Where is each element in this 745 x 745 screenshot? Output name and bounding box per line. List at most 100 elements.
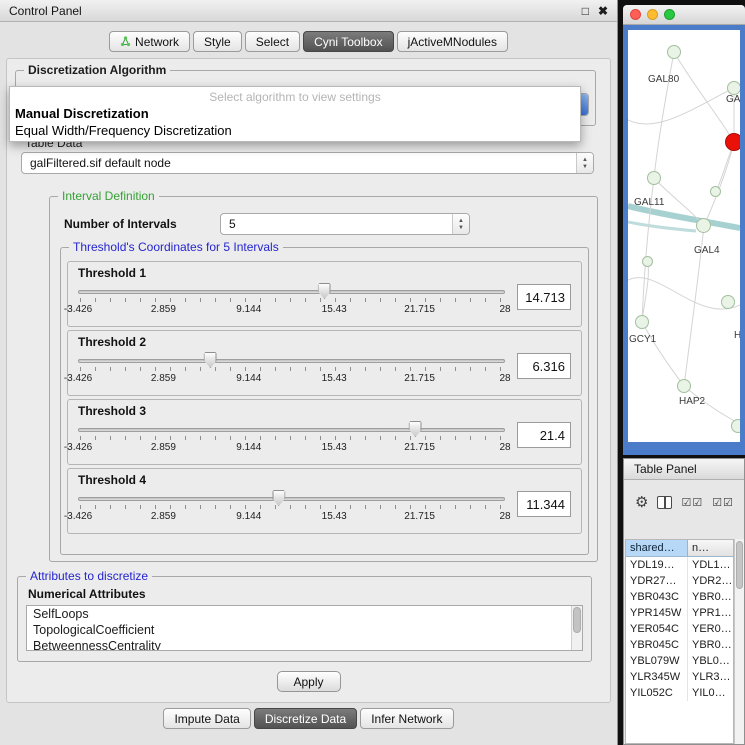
- table-vertical-scrollbar[interactable]: [734, 539, 744, 744]
- table-row[interactable]: YDL19… YDL1…: [626, 557, 733, 573]
- gear-icon[interactable]: ⚙: [635, 495, 648, 510]
- network-node[interactable]: [677, 379, 691, 393]
- list-item[interactable]: SelfLoops: [27, 606, 582, 622]
- table-row[interactable]: YER054C YER0…: [626, 621, 733, 637]
- cell-name[interactable]: YBR0…: [688, 637, 733, 653]
- close-button[interactable]: [630, 9, 641, 20]
- numerical-attributes-label: Numerical Attributes: [28, 587, 146, 601]
- network-node-highlighted[interactable]: [725, 133, 740, 151]
- tab-style[interactable]: Style: [193, 31, 242, 52]
- zoom-button[interactable]: [664, 9, 675, 20]
- network-node[interactable]: [635, 315, 649, 329]
- network-node[interactable]: [667, 45, 681, 59]
- threshold-1-value-field[interactable]: 14.713: [517, 284, 571, 310]
- cell-name[interactable]: YDR2…: [688, 573, 733, 589]
- table-row[interactable]: YDR27… YDR2…: [626, 573, 733, 589]
- cell-name[interactable]: YBR0…: [688, 589, 733, 605]
- table-row[interactable]: YPR145W YPR1…: [626, 605, 733, 621]
- threshold-2-label: Threshold 2: [78, 335, 571, 349]
- scrollbar-thumb[interactable]: [573, 607, 581, 633]
- tab-infer-network[interactable]: Infer Network: [360, 708, 453, 729]
- slider-thumb[interactable]: [318, 283, 331, 299]
- float-window-icon[interactable]: □: [582, 4, 589, 18]
- combo-stepper-icon[interactable]: ▲ ▼: [452, 214, 469, 234]
- close-window-icon[interactable]: ✖: [598, 4, 608, 18]
- threshold-4-label: Threshold 4: [78, 473, 571, 487]
- tick-label: 28: [499, 373, 510, 384]
- cell-shared-name[interactable]: YER054C: [626, 621, 688, 637]
- numerical-attributes-list[interactable]: SelfLoops TopologicalCoefficient Between…: [26, 605, 583, 651]
- columns-icon[interactable]: [657, 496, 672, 509]
- cell-name[interactable]: YIL0…: [688, 685, 733, 701]
- tab-discretize-data[interactable]: Discretize Data: [254, 708, 357, 729]
- network-node[interactable]: [727, 81, 740, 95]
- cell-name[interactable]: YBL0…: [688, 653, 733, 669]
- table-row[interactable]: YIL052C YIL0…: [626, 685, 733, 701]
- select-columns-icon[interactable]: ☑☑: [712, 496, 734, 509]
- network-frame: GAL80 GA GAL11 GAL4 GCY1 H HAP2: [623, 25, 745, 455]
- cell-name[interactable]: YPR1…: [688, 605, 733, 621]
- tab-select[interactable]: Select: [245, 31, 300, 52]
- table-row[interactable]: YBL079W YBL0…: [626, 653, 733, 669]
- slider-track[interactable]: [78, 359, 505, 363]
- cell-shared-name[interactable]: YLR345W: [626, 669, 688, 685]
- stepper-up-icon: ▲: [458, 218, 464, 224]
- network-node[interactable]: [721, 295, 735, 309]
- threshold-2-value-field[interactable]: 6.316: [517, 353, 571, 379]
- threshold-3-slider[interactable]: -3.426 2.859 9.144 15.43 21.715 28: [78, 419, 505, 455]
- cell-shared-name[interactable]: YPR145W: [626, 605, 688, 621]
- tab-jactivemnodules[interactable]: jActiveMNodules: [397, 31, 508, 52]
- list-scrollbar[interactable]: [571, 606, 582, 650]
- tab-label: Impute Data: [174, 712, 239, 726]
- list-item[interactable]: TopologicalCoefficient: [27, 622, 582, 638]
- cell-name[interactable]: YDL1…: [688, 557, 733, 573]
- slider-thumb[interactable]: [272, 490, 285, 506]
- threshold-4-value-field[interactable]: 11.344: [517, 491, 571, 517]
- table-row[interactable]: YBR045C YBR0…: [626, 637, 733, 653]
- tab-impute-data[interactable]: Impute Data: [163, 708, 250, 729]
- network-node[interactable]: [647, 171, 661, 185]
- node-label-gcy1: GCY1: [629, 334, 656, 345]
- cell-shared-name[interactable]: YDR27…: [626, 573, 688, 589]
- slider-track[interactable]: [78, 497, 505, 501]
- scrollbar-thumb[interactable]: [736, 541, 743, 589]
- cell-shared-name[interactable]: YBR043C: [626, 589, 688, 605]
- threshold-2-slider[interactable]: -3.426 2.859 9.144 15.43 21.715 28: [78, 350, 505, 386]
- table-data-select[interactable]: galFiltered.sif default node ▲ ▼: [21, 152, 594, 174]
- tab-network[interactable]: Network: [109, 31, 190, 52]
- cell-shared-name[interactable]: YBL079W: [626, 653, 688, 669]
- list-item[interactable]: BetweennessCentrality: [27, 638, 582, 651]
- cell-shared-name[interactable]: YIL052C: [626, 685, 688, 701]
- node-attribute-table[interactable]: shared… n… YDL19… YDL1… YDR27… YDR2… YBR…: [625, 539, 734, 744]
- number-of-intervals-select[interactable]: 5 ▲ ▼: [220, 213, 470, 235]
- cell-name[interactable]: YLR3…: [688, 669, 733, 685]
- minimize-button[interactable]: [647, 9, 658, 20]
- apply-button[interactable]: Apply: [277, 671, 341, 692]
- threshold-3-value-field[interactable]: 21.4: [517, 422, 571, 448]
- threshold-1-slider[interactable]: -3.426 2.859 9.144 15.43 21.715 28: [78, 281, 505, 317]
- cell-shared-name[interactable]: YDL19…: [626, 557, 688, 573]
- tab-cyni-toolbox[interactable]: Cyni Toolbox: [303, 31, 393, 52]
- combo-stepper-icon[interactable]: ▲ ▼: [576, 153, 593, 173]
- tick-label: -3.426: [64, 442, 92, 453]
- network-canvas[interactable]: GAL80 GA GAL11 GAL4 GCY1 H HAP2: [628, 30, 740, 442]
- network-node[interactable]: [710, 186, 721, 197]
- popup-option-equal-width-frequency[interactable]: Equal Width/Frequency Discretization: [10, 121, 580, 139]
- slider-track[interactable]: [78, 290, 505, 294]
- popup-option-manual-discretization[interactable]: Manual Discretization: [10, 104, 580, 121]
- table-row[interactable]: YBR043C YBR0…: [626, 589, 733, 605]
- slider-track[interactable]: [78, 428, 505, 432]
- network-node[interactable]: [696, 218, 711, 233]
- network-node[interactable]: [731, 419, 740, 433]
- table-row[interactable]: YLR345W YLR3…: [626, 669, 733, 685]
- threshold-4-slider[interactable]: -3.426 2.859 9.144 15.43 21.715 28: [78, 488, 505, 524]
- column-header-name[interactable]: n…: [688, 540, 733, 556]
- network-node[interactable]: [642, 256, 653, 267]
- cell-shared-name[interactable]: YBR045C: [626, 637, 688, 653]
- column-header-shared-name[interactable]: shared…: [626, 540, 688, 556]
- cell-name[interactable]: YER0…: [688, 621, 733, 637]
- slider-thumb[interactable]: [409, 421, 422, 437]
- slider-thumb[interactable]: [204, 352, 217, 368]
- select-all-icon[interactable]: ☑☑: [681, 496, 703, 509]
- network-window-titlebar: [623, 5, 745, 25]
